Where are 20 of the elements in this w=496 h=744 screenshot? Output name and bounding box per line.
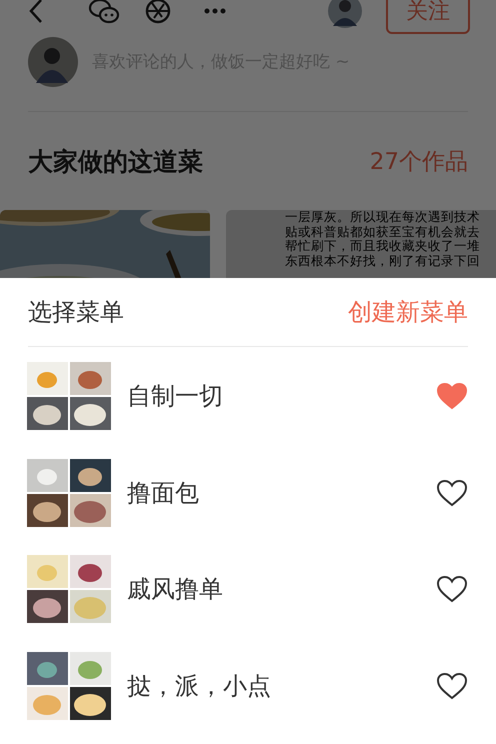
sheet-title: 选择菜单 bbox=[28, 297, 124, 328]
heart-icon[interactable] bbox=[436, 672, 468, 700]
chat-bubbles-icon[interactable] bbox=[88, 0, 120, 25]
menu-name[interactable]: 撸面包 bbox=[127, 476, 436, 509]
avatar-icon bbox=[28, 36, 78, 86]
heart-filled-icon[interactable] bbox=[436, 382, 468, 410]
heart-icon[interactable] bbox=[436, 478, 468, 507]
menu-name[interactable]: 自制一切 bbox=[127, 380, 436, 412]
menu-name[interactable]: 戚风撸单 bbox=[127, 573, 436, 606]
post-text-line: 帮忙刷下，而且我收藏夹收了一堆 bbox=[285, 239, 481, 254]
post-text-line: 东西根本不好找，刚了有记录下回 bbox=[285, 254, 481, 269]
avatar-icon[interactable] bbox=[328, 0, 362, 28]
post-text-line: 贴或科普贴都如获至宝有机会就去 bbox=[285, 224, 481, 240]
menu-name[interactable]: 挞，派，小点 bbox=[127, 670, 436, 702]
heart-icon[interactable] bbox=[436, 575, 468, 604]
post-text-line: 一层厚灰。所以现在每次遇到技术 bbox=[285, 210, 481, 225]
back-icon[interactable] bbox=[28, 0, 44, 24]
aperture-icon[interactable] bbox=[144, 0, 172, 25]
section-title: 大家做的这道菜 bbox=[28, 146, 203, 178]
more-icon[interactable] bbox=[204, 7, 226, 15]
